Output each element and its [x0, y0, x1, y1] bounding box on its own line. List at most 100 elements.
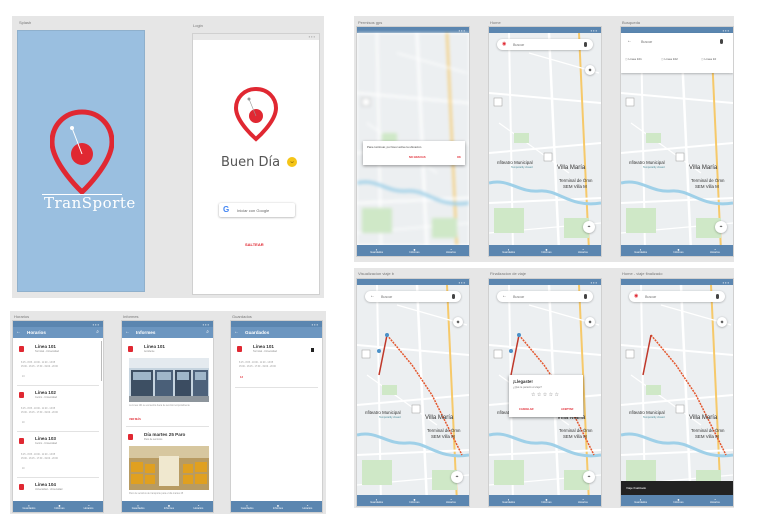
see-more-link[interactable]: VER MÁS [129, 418, 141, 421]
home-caption: Home [490, 20, 501, 25]
guardados-caption: Guardados [232, 314, 252, 319]
permission-message: Para continuar, por favor active la ubic… [367, 145, 423, 149]
back-arrow-icon[interactable]: ← [125, 329, 130, 335]
horarios-caption: Horarios [14, 314, 30, 319]
nav-informes[interactable]: ● Informes [541, 497, 551, 504]
splash-caption: Splash [19, 20, 32, 25]
delete-icon[interactable] [311, 348, 314, 352]
search-placeholder: Buscar [381, 294, 393, 299]
map[interactable] [489, 33, 601, 245]
back-arrow-icon[interactable]: ← [234, 329, 239, 335]
chip-linea-102[interactable]: ◷ Línea 102 [661, 57, 678, 61]
login-screen: ▪▪▪ Buen Día ᴗ G Iniciar con Google SALT… [192, 33, 320, 295]
microphone-icon[interactable] [716, 293, 719, 299]
search-icon[interactable]: ⌕ [96, 329, 99, 335]
search-bar[interactable]: ◉ Buscar [629, 291, 725, 302]
list-item[interactable]: Línea 101 Terminal - Universidad 6:15 - … [13, 340, 103, 385]
nav-informes[interactable]: ● Informes [673, 247, 683, 254]
search-bar[interactable]: ← Buscar [365, 291, 461, 302]
nav-horarios[interactable]: ◔ Horarios [446, 497, 456, 504]
nav-informes[interactable]: ● Informes [54, 503, 64, 510]
map-label-terminal: Terminal de Ómn [427, 428, 461, 433]
nav-guardados[interactable]: ▪ Guardados [370, 247, 383, 254]
list-item[interactable]: Línea 102 Centro - Universidad 6:15 - 8:… [13, 386, 103, 431]
my-location-button[interactable]: ⌖ [451, 471, 463, 483]
nav-informes[interactable]: ● Informes [541, 247, 551, 254]
back-arrow-icon[interactable]: ← [16, 329, 21, 335]
nav-guardados[interactable]: ▪ Guardados [634, 497, 647, 504]
report-card[interactable]: Día martes 25 Paro Paro de servicios Par… [122, 428, 213, 503]
nav-informes[interactable]: ● Informes [164, 503, 174, 510]
map-label-sem: SEM Villa M [695, 184, 719, 189]
layers-button[interactable]: ◆ [453, 317, 463, 327]
nav-informes[interactable]: ● Informes [273, 503, 283, 510]
bottom-nav: ▪ Guardados ● Informes ◔ Horarios [621, 495, 733, 506]
back-arrow-icon[interactable]: ← [627, 38, 632, 44]
nav-horarios[interactable]: ◔ Horarios [578, 497, 588, 504]
informes-appbar: ← Informes ⌕ [122, 327, 213, 338]
list-item[interactable]: Línea 103 Centro - Universidad 6:15 - 8:… [13, 432, 103, 477]
nav-guardados[interactable]: ▪ Guardados [502, 497, 515, 504]
informes-title: Informes [136, 330, 156, 335]
rating-question: ¿Qué te pareció el viaje? [513, 386, 542, 389]
map[interactable] [357, 285, 469, 495]
nav-horarios[interactable]: ◔ Horarios [710, 497, 720, 504]
search-bar[interactable]: ← Buscar [497, 291, 593, 302]
accept-button[interactable]: ACEPTAR [561, 408, 573, 411]
nav-horarios[interactable]: ◔ Horarios [84, 503, 94, 510]
layers-button[interactable]: ◆ [585, 317, 595, 327]
back-arrow-icon[interactable]: ← [502, 293, 507, 299]
nav-horarios[interactable]: ◔ Horarios [446, 247, 456, 254]
bottom-nav: ▪ Guardados ● Informes ◔ Horarios [357, 245, 469, 256]
viaje-finalizado-caption: Home - viaje finalizado [622, 271, 663, 276]
my-location-button[interactable]: ⌖ [583, 221, 595, 233]
chip-linea-10[interactable]: ◷ Línea 10 [701, 57, 716, 61]
my-location-button[interactable]: ⌖ [715, 221, 727, 233]
nav-horarios[interactable]: ◔ Horarios [710, 247, 720, 254]
back-arrow-icon[interactable]: ← [370, 293, 375, 299]
bus-icon [19, 484, 24, 490]
report-card[interactable]: Línea 101 Accidente La Línea 101 se encu… [122, 340, 213, 426]
cancel-button[interactable]: CANCELAR [519, 408, 534, 411]
bottom-nav: ▪ Guardados ● Informes ◔ Horarios [122, 501, 213, 512]
google-signin-button[interactable]: G Iniciar con Google [219, 203, 295, 217]
nav-guardados[interactable]: ▪ Guardados [370, 497, 383, 504]
microphone-icon[interactable] [720, 39, 723, 44]
nav-guardados[interactable]: ▪ Guardados [132, 503, 145, 510]
report-description: Paro de servicios de transporte para el … [129, 493, 184, 495]
nav-horarios[interactable]: ◔ Horarios [302, 503, 312, 510]
nav-guardados[interactable]: ▪ Guardados [23, 503, 36, 510]
no-thanks-button[interactable]: NO GRACIAS [409, 156, 426, 159]
search-placeholder: Buscar [645, 294, 657, 299]
skip-button[interactable]: SALTEAR [245, 242, 264, 247]
nav-guardados[interactable]: ▪ Guardados [634, 247, 647, 254]
nav-informes[interactable]: ● Informes [409, 247, 419, 254]
snackbar-text: Viaje finalizado [626, 486, 647, 490]
microphone-icon[interactable] [584, 41, 587, 47]
map-label-anfiteatro: nfiteatro Municipal [497, 160, 533, 165]
nav-horarios[interactable]: ◔ Horarios [193, 503, 203, 510]
visualizacion-caption: Visualizacion viaje b [358, 271, 394, 276]
search-icon[interactable]: ⌕ [206, 329, 209, 335]
nav-informes[interactable]: ● Informes [673, 497, 683, 504]
nav-informes[interactable]: ● Informes [409, 497, 419, 504]
nav-guardados[interactable]: ▪ Guardados [241, 503, 254, 510]
map-label-temp-closed: Temporarily closed [643, 166, 665, 169]
nav-horarios[interactable]: ◔ Horarios [578, 247, 588, 254]
chip-linea-101[interactable]: ◷ Línea 101 [625, 57, 642, 61]
map[interactable] [621, 285, 733, 495]
line-times: 6:15 - 8:05 - 10:00 - 11:20 - 13:05 [21, 454, 56, 456]
splash-logo-text: TranSporte [44, 194, 136, 212]
list-item[interactable]: Línea 104 Universidad - Universidad [13, 478, 103, 502]
guardados-screen: ▪▪▪ ← Guardados Línea 101 Terminal - Uni… [230, 320, 323, 513]
layers-button[interactable]: ◆ [717, 317, 727, 327]
microphone-icon[interactable] [452, 293, 455, 299]
search-bar[interactable]: ◉ Buscar [497, 39, 593, 50]
rating-stars[interactable]: ☆ ☆ ☆ ☆ ☆ [531, 392, 559, 398]
microphone-icon[interactable] [584, 293, 587, 299]
my-location-button[interactable]: ⌖ [583, 471, 595, 483]
ok-button[interactable]: OK [457, 156, 461, 159]
layers-button[interactable]: ◆ [585, 65, 595, 75]
nav-guardados[interactable]: ▪ Guardados [502, 247, 515, 254]
saved-item[interactable]: Línea 101 Terminal - Universidad 6:15 - … [231, 340, 322, 386]
